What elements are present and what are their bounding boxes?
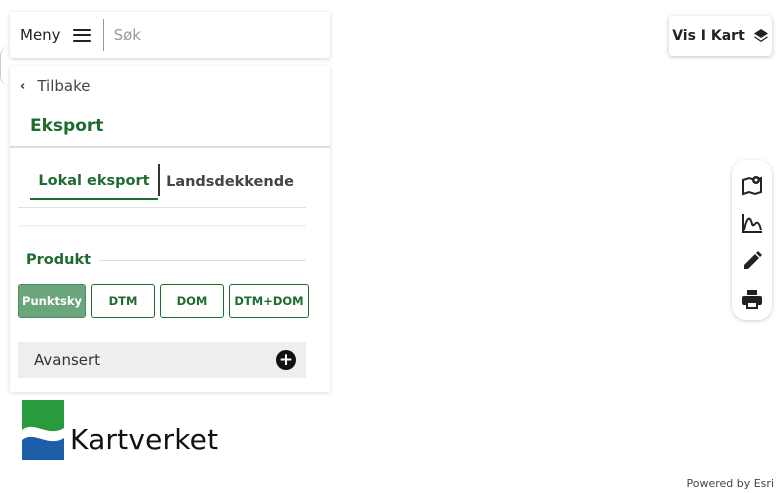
hamburger-icon xyxy=(72,28,91,42)
plus-circle-icon: + xyxy=(276,350,296,370)
product-heading: Produkt xyxy=(26,252,306,268)
product-button-dtm[interactable]: DTM xyxy=(91,284,155,318)
back-label: Tilbake xyxy=(37,77,91,95)
show-in-map-label: Vis I Kart xyxy=(672,28,745,44)
back-button[interactable]: ‹ Tilbake xyxy=(10,66,330,106)
tab-local-export[interactable]: Lokal eksport xyxy=(30,164,158,200)
map-toolbar xyxy=(732,160,772,320)
logo-text: Kartverket xyxy=(70,423,219,456)
tab-underline xyxy=(18,207,306,208)
search-bar: Meny xyxy=(10,12,330,58)
print-tool[interactable] xyxy=(736,280,768,318)
map-viewer: Meny ‹ Tilbake Eksport Lokal eksport Lan… xyxy=(0,0,780,493)
product-button-punktsky[interactable]: Punktsky xyxy=(18,284,86,318)
product-buttons: Punktsky DTM DOM DTM+DOM xyxy=(18,284,314,318)
panel-title: Eksport xyxy=(10,106,330,148)
kartverket-emblem-icon xyxy=(22,400,64,460)
advanced-expander[interactable]: Avansert + xyxy=(18,342,306,378)
layers-icon xyxy=(753,29,768,42)
left-edge-handle xyxy=(0,46,10,86)
profile-graph-icon xyxy=(742,214,762,233)
export-panel: ‹ Tilbake Eksport Lokal eksport Landsdek… xyxy=(10,66,330,392)
chevron-left-icon: ‹ xyxy=(20,78,26,94)
show-in-map-button[interactable]: Vis I Kart xyxy=(669,16,772,56)
map-marker-tool[interactable] xyxy=(736,166,768,204)
pencil-icon xyxy=(744,251,762,269)
advanced-label: Avansert xyxy=(34,351,101,369)
product-button-dom[interactable]: DOM xyxy=(160,284,224,318)
menu-label: Meny xyxy=(20,26,61,44)
menu-button[interactable]: Meny xyxy=(10,19,104,51)
section-divider xyxy=(18,225,306,227)
product-heading-label: Produkt xyxy=(26,252,92,268)
kartverket-logo: Kartverket xyxy=(22,400,218,460)
elevation-profile-tool[interactable] xyxy=(736,204,768,242)
esri-attribution: Powered by Esri xyxy=(686,477,774,490)
draw-tool[interactable] xyxy=(736,242,768,280)
product-heading-rule xyxy=(99,259,306,261)
map-pin-icon xyxy=(742,176,762,196)
tab-nationwide[interactable]: Landsdekkende xyxy=(160,164,300,200)
product-button-dtm-dom[interactable]: DTM+DOM xyxy=(229,284,309,318)
export-tabs: Lokal eksport Landsdekkende xyxy=(30,164,306,200)
print-icon xyxy=(742,290,762,309)
search-input[interactable] xyxy=(103,26,304,44)
